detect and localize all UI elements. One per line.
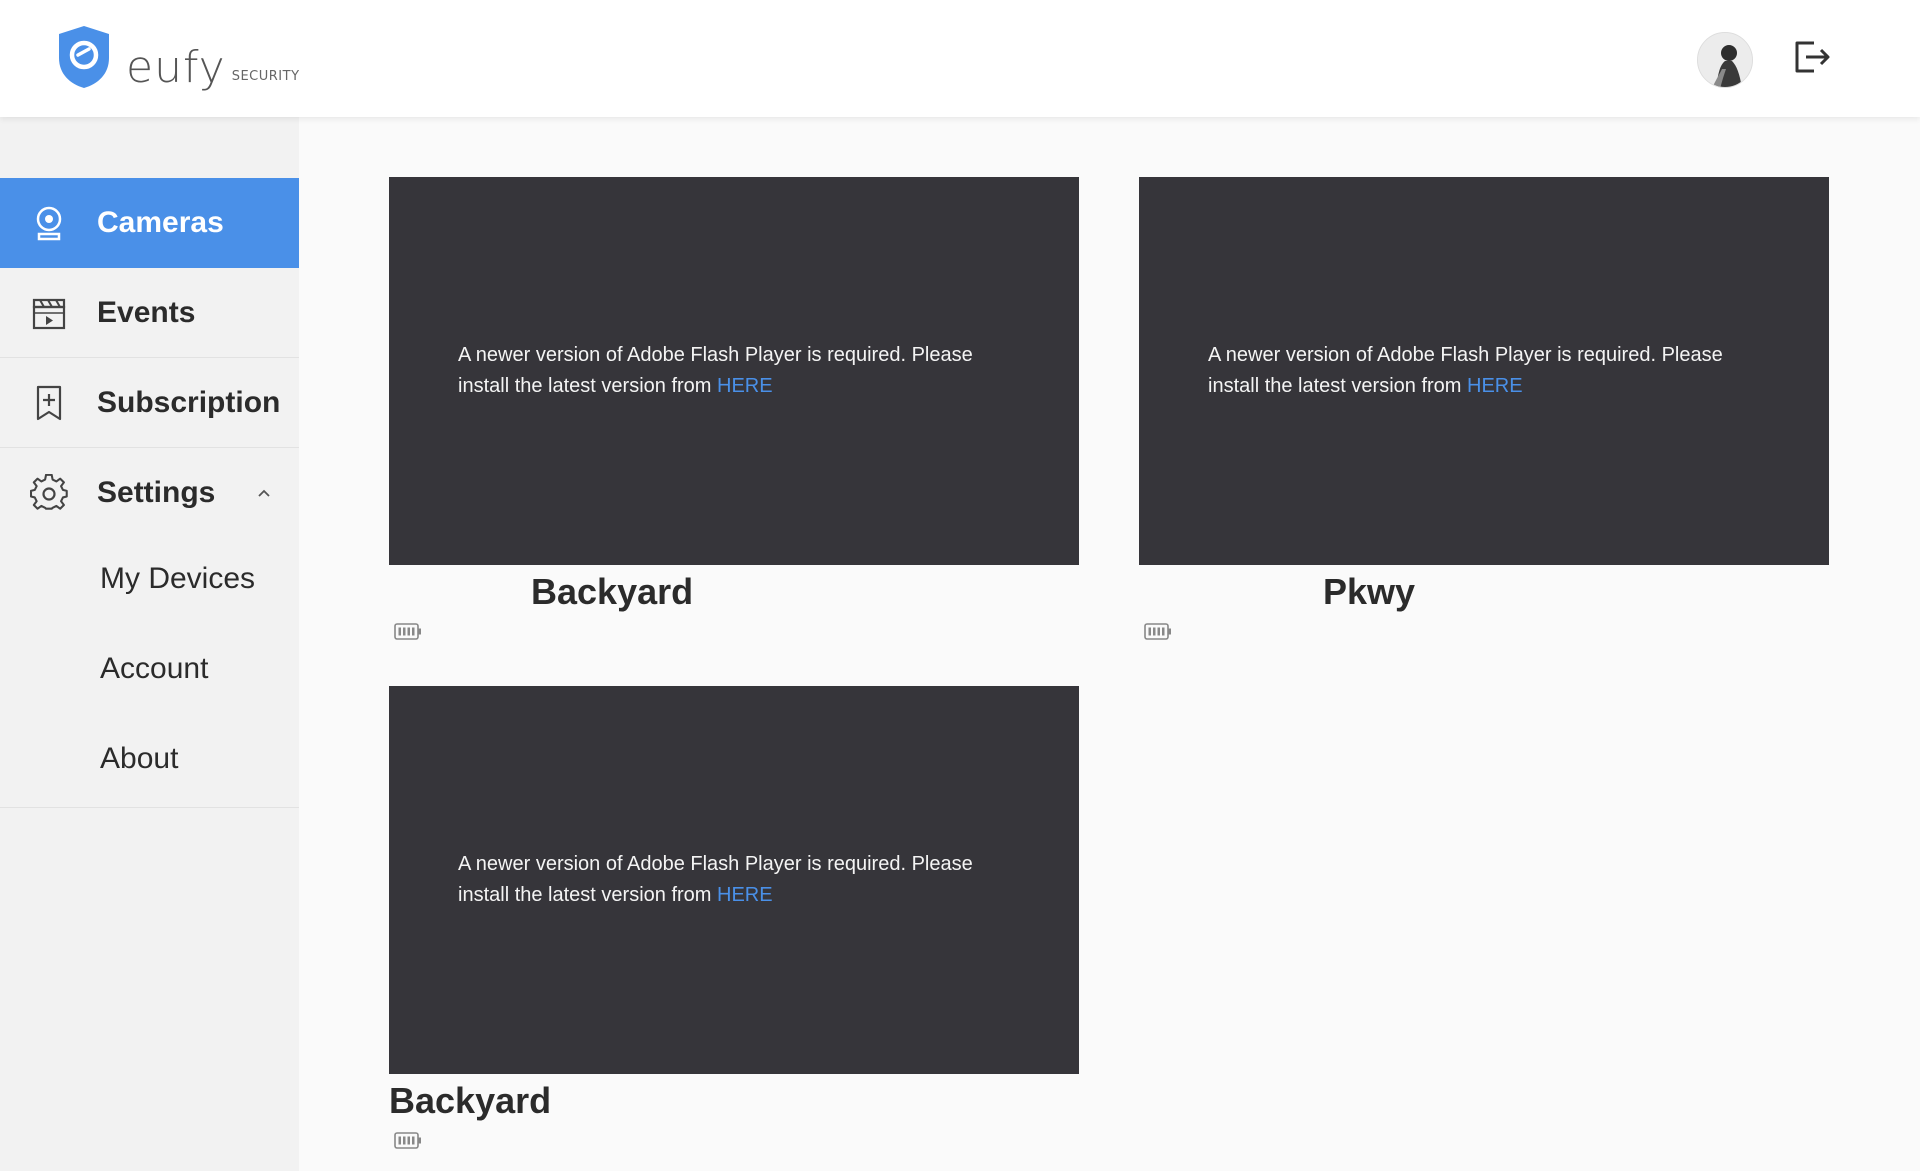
battery-icon [394, 1132, 421, 1149]
flash-required-message: A newer version of Adobe Flash Player is… [458, 853, 973, 906]
sidebar-subitem-account[interactable]: Account [100, 652, 208, 686]
camera-card[interactable]: A newer version of Adobe Flash Player is… [389, 686, 1079, 1149]
flash-download-link[interactable]: HERE [717, 375, 773, 397]
sidebar-subitem-my-devices[interactable]: My Devices [100, 562, 255, 596]
sidebar-item-cameras[interactable]: Cameras [0, 178, 299, 268]
sidebar-item-label: Events [97, 295, 196, 329]
sidebar-subitem-about[interactable]: About [100, 742, 178, 776]
sidebar-item-subscription[interactable]: Subscription [0, 358, 299, 448]
camera-card[interactable]: A newer version of Adobe Flash Player is… [389, 177, 1079, 640]
bookmark-plus-icon [36, 385, 62, 420]
chevron-up-icon[interactable] [256, 488, 272, 498]
logout-icon[interactable] [1794, 40, 1832, 74]
flash-required-message: A newer version of Adobe Flash Player is… [1208, 344, 1723, 397]
camera-name: Backyard [389, 1080, 552, 1121]
eufy-logo[interactable]: eufy SECURITY [56, 24, 300, 90]
battery-icon [394, 623, 421, 640]
user-avatar[interactable] [1697, 32, 1753, 88]
camera-name: Backyard [531, 571, 694, 612]
camera-card[interactable]: A newer version of Adobe Flash Player is… [1139, 177, 1829, 640]
camera-video-player[interactable]: A newer version of Adobe Flash Player is… [1139, 177, 1829, 565]
flash-required-message: A newer version of Adobe Flash Player is… [458, 344, 973, 397]
logo-subtitle: SECURITY [231, 69, 300, 84]
sidebar-item-events[interactable]: Events [0, 268, 299, 358]
battery-icon [1144, 623, 1171, 640]
flash-download-link[interactable]: HERE [1467, 375, 1523, 397]
camera-icon [36, 206, 62, 241]
sidebar-item-label: Cameras [97, 206, 224, 239]
sidebar-item-settings[interactable]: Settings [0, 448, 299, 538]
clapperboard-icon [32, 298, 66, 329]
camera-video-player[interactable]: A newer version of Adobe Flash Player is… [389, 177, 1079, 565]
sidebar: Cameras Events Subscription Settings My … [0, 117, 299, 1171]
sidebar-divider [0, 807, 299, 808]
sidebar-item-label: Settings [97, 476, 216, 509]
logo-wordmark: eufy [126, 42, 226, 93]
flash-download-link[interactable]: HERE [717, 884, 773, 906]
top-header: eufy SECURITY [0, 0, 1920, 117]
gear-icon [30, 474, 68, 510]
person-icon [1698, 33, 1752, 87]
sidebar-item-label: Subscription [97, 385, 281, 419]
camera-video-player[interactable]: A newer version of Adobe Flash Player is… [389, 686, 1079, 1074]
camera-name: Pkwy [1323, 571, 1416, 612]
shield-logo-icon [59, 26, 109, 88]
